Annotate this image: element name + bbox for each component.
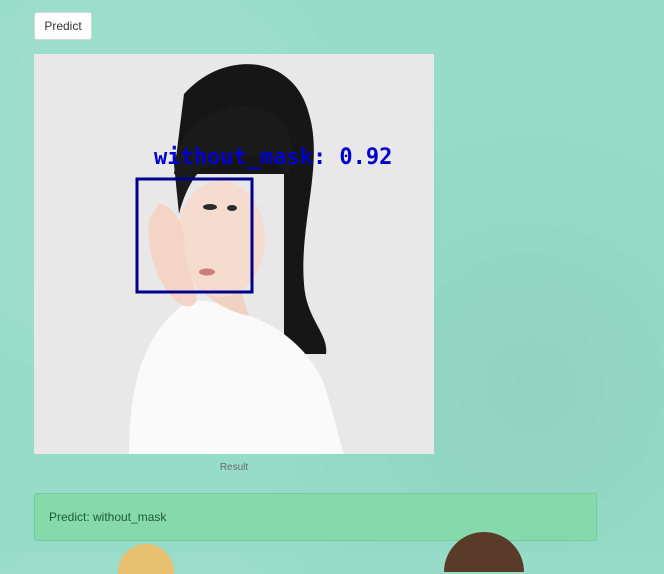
result-image: without_mask: 0.92 — [34, 54, 434, 454]
partial-image-left — [118, 544, 174, 574]
result-photo: without_mask: 0.92 — [34, 54, 434, 454]
prediction-alert: Predict: without_mask — [34, 493, 597, 541]
prediction-text: Predict: without_mask — [49, 510, 167, 524]
result-caption: Result — [219, 462, 249, 473]
detection-label: without_mask: 0.92 — [154, 145, 392, 170]
predict-button[interactable]: Predict — [34, 12, 92, 40]
